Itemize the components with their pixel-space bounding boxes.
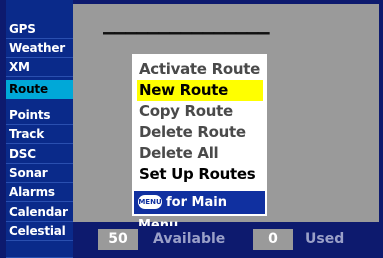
menu-item-set-up-routes[interactable]: Set Up Routes bbox=[137, 164, 263, 185]
available-label: Available bbox=[153, 231, 226, 247]
route-name-placeholder: ——————————————— bbox=[103, 20, 270, 44]
menu-item-copy-route[interactable]: Copy Route bbox=[137, 101, 263, 122]
tab-celestial[interactable]: Celestial bbox=[6, 222, 73, 241]
tab-xm[interactable]: XM bbox=[6, 58, 73, 77]
tab-calendar[interactable]: Calendar bbox=[6, 203, 73, 222]
tab-gps[interactable]: GPS bbox=[6, 20, 73, 39]
menu-button-icon: MENU bbox=[138, 194, 162, 209]
route-screen: GPS Weather XM Route Points Track DSC So… bbox=[0, 0, 383, 258]
menu-footer-hint: MENUfor Main Menu bbox=[134, 191, 265, 233]
tab-weather[interactable]: Weather bbox=[6, 39, 73, 58]
tab-dsc[interactable]: DSC bbox=[6, 145, 73, 164]
sidebar-tabs: GPS Weather XM Route Points Track DSC So… bbox=[6, 0, 73, 258]
tab-sonar[interactable]: Sonar bbox=[6, 164, 73, 183]
available-count: 50 bbox=[98, 229, 138, 250]
tab-alarms[interactable]: Alarms bbox=[6, 183, 73, 202]
menu-item-activate-route[interactable]: Activate Route bbox=[137, 59, 263, 80]
tab-points[interactable]: Points bbox=[6, 106, 73, 125]
used-label: Used bbox=[305, 231, 345, 247]
menu-item-new-route[interactable]: New Route bbox=[137, 80, 263, 101]
tab-track[interactable]: Track bbox=[6, 125, 73, 144]
menu-item-delete-all[interactable]: Delete All bbox=[137, 143, 263, 164]
tab-more-partial[interactable] bbox=[6, 242, 73, 258]
used-count: 0 bbox=[253, 229, 293, 250]
status-bar: 50 Available 0 Used bbox=[73, 226, 379, 254]
tab-route[interactable]: Route bbox=[6, 80, 73, 99]
menu-item-delete-route[interactable]: Delete Route bbox=[137, 122, 263, 143]
route-options-menu: Activate Route New Route Copy Route Dele… bbox=[132, 54, 267, 233]
